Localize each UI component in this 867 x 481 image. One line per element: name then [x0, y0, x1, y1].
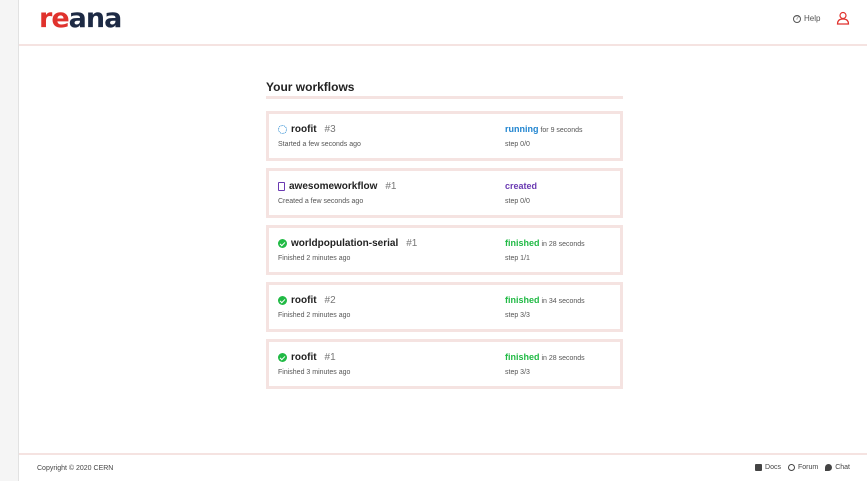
workflow-status-row: created — [505, 181, 537, 191]
workflow-timestamp: Finished 2 minutes ago — [278, 312, 351, 319]
workflow-run-number: #1 — [385, 181, 397, 192]
workflow-duration: in 28 seconds — [541, 241, 585, 248]
workflow-name: roofit — [291, 352, 317, 363]
left-sidebar-strip — [0, 0, 19, 481]
workflow-status: finished — [505, 352, 540, 362]
workflow-card[interactable]: awesomeworkflow #1 Created a few seconds a… — [266, 168, 623, 218]
workflow-name-row: roofit #3 — [278, 124, 336, 135]
workflow-status-row: finished in 34 seconds — [505, 295, 585, 305]
workflow-name: roofit — [291, 295, 317, 306]
footer: Copyright © 2020 CERN Docs Forum Chat — [19, 453, 867, 481]
spinner-icon — [278, 125, 287, 134]
chat-icon — [825, 464, 833, 471]
workflow-name-row: roofit #2 — [278, 295, 336, 306]
chat-label: Chat — [835, 464, 850, 471]
workflow-status: created — [505, 181, 538, 191]
workflow-name: roofit — [291, 124, 317, 135]
check-circle-icon — [278, 353, 287, 362]
chat-link[interactable]: Chat — [825, 464, 850, 471]
help-link[interactable]: ? Help — [793, 14, 820, 23]
workflow-run-number: #1 — [406, 238, 418, 249]
workflow-timestamp: Finished 3 minutes ago — [278, 369, 351, 376]
workflow-card[interactable]: worldpopulation-serial #1 Finished 2 minut… — [266, 225, 623, 275]
workflow-name-row: worldpopulation-serial #1 — [278, 238, 417, 249]
page-title: Your workflows — [266, 80, 355, 94]
check-circle-icon — [278, 239, 287, 248]
workflow-duration: in 34 seconds — [541, 298, 585, 305]
workflow-timestamp: Finished 2 minutes ago — [278, 255, 351, 262]
workflow-status: finished — [505, 295, 540, 305]
workflow-step: step 1/1 — [505, 255, 530, 262]
file-icon — [278, 182, 285, 191]
workflow-step: step 3/3 — [505, 312, 530, 319]
header: reana ? Help — [19, 0, 867, 46]
workflow-run-number: #1 — [324, 352, 336, 363]
workflow-card[interactable]: roofit #1 Finished 3 minutes ago finished i… — [266, 339, 623, 389]
workflow-status-row: running for 9 seconds — [505, 124, 582, 134]
copyright-text: Copyright © 2020 CERN — [37, 465, 114, 472]
workflow-status-row: finished in 28 seconds — [505, 238, 585, 248]
docs-link[interactable]: Docs — [755, 464, 781, 471]
workflow-name-row: roofit #1 — [278, 352, 336, 363]
workflow-timestamp: Created a few seconds ago — [278, 198, 364, 205]
docs-label: Docs — [765, 464, 781, 471]
book-icon — [755, 464, 763, 471]
workflow-timestamp: Started a few seconds ago — [278, 141, 361, 148]
workflow-run-number: #2 — [324, 295, 336, 306]
user-icon[interactable] — [836, 11, 850, 25]
workflow-status-row: finished in 28 seconds — [505, 352, 585, 362]
logo-ana: ana — [68, 3, 123, 34]
workflow-status: running — [505, 124, 539, 134]
forum-icon — [787, 464, 795, 471]
workflow-run-number: #3 — [324, 124, 336, 135]
question-circle-icon: ? — [793, 14, 801, 23]
forum-link[interactable]: Forum — [787, 464, 819, 471]
title-divider — [266, 96, 623, 99]
workflow-name-row: awesomeworkflow #1 — [278, 181, 396, 192]
workflow-duration: for 9 seconds — [540, 127, 583, 134]
check-circle-icon — [278, 296, 287, 305]
forum-label: Forum — [797, 464, 819, 471]
workflow-step: step 0/0 — [505, 141, 530, 148]
workflow-card[interactable]: roofit #3 Started a few seconds ago running… — [266, 111, 623, 161]
logo-re: re — [39, 3, 70, 34]
workflow-duration: in 28 seconds — [541, 355, 585, 362]
workflow-status: finished — [505, 238, 540, 248]
workflow-step: step 3/3 — [505, 369, 530, 376]
workflow-name: worldpopulation-serial — [291, 238, 399, 249]
workflow-step: step 0/0 — [505, 198, 530, 205]
footer-links: Docs Forum Chat — [755, 464, 850, 471]
reana-logo[interactable]: reana — [39, 3, 123, 34]
workflow-name: awesomeworkflow — [289, 181, 378, 192]
help-label: Help — [804, 14, 821, 23]
workflow-card[interactable]: roofit #2 Finished 2 minutes ago finished i… — [266, 282, 623, 332]
